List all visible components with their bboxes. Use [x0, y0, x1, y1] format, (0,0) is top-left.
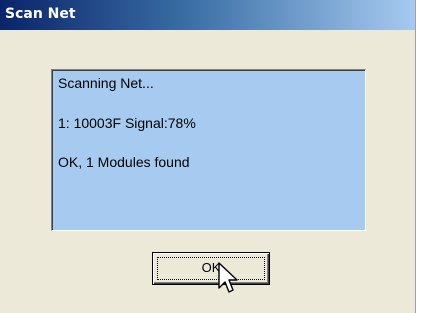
- dialog-title: Scan Net: [5, 6, 76, 22]
- ok-button-label: OK: [201, 260, 221, 275]
- arrow-pointer-icon: [218, 262, 238, 293]
- title-bar[interactable]: Scan Net: [0, 0, 415, 30]
- scan-log-panel: Scanning Net... 1: 10003F Signal:78% OK,…: [51, 69, 366, 231]
- log-line-status: Scanning Net...: [58, 75, 154, 91]
- scan-net-dialog: Scan Net Scanning Net... 1: 10003F Signa…: [0, 0, 416, 313]
- log-line-module: 1: 10003F Signal:78%: [58, 115, 196, 131]
- log-line-result: OK, 1 Modules found: [58, 154, 190, 170]
- ok-button[interactable]: OK: [152, 252, 270, 285]
